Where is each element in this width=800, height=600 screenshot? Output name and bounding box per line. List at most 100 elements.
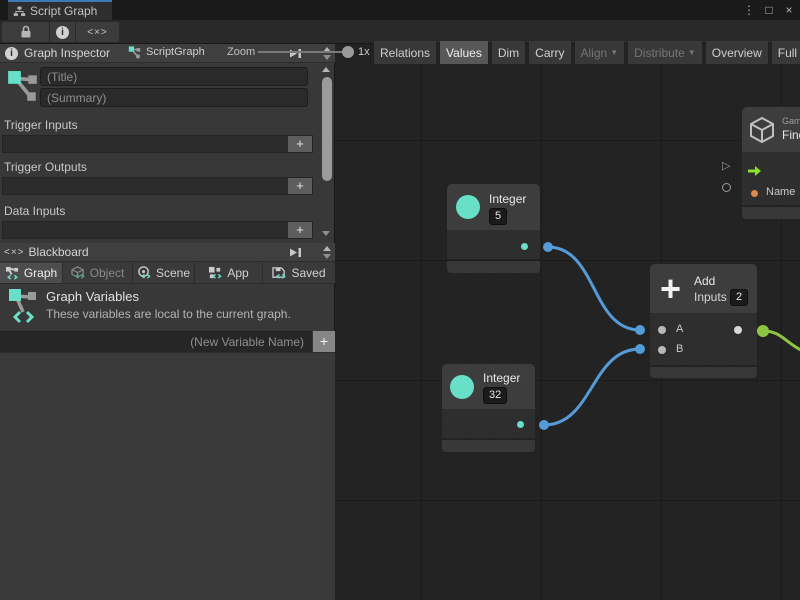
wire-integer5-to-add-a[interactable]	[548, 247, 640, 330]
window-title-bar: Script Graph ⋮ □ ×	[0, 0, 800, 20]
wire-add-output[interactable]	[763, 331, 800, 351]
graph-inspector-title: Graph Inspector	[24, 46, 110, 60]
script-graph-icon	[128, 46, 141, 59]
tab-object[interactable]: Object	[63, 263, 133, 283]
scrollbar-down-icon[interactable]	[322, 231, 330, 236]
align-label: Align	[581, 46, 608, 60]
info-icon: i	[5, 47, 18, 60]
tab-graph[interactable]: Graph	[0, 263, 63, 283]
chevron-down-icon: ▼	[610, 48, 618, 57]
node-body	[442, 409, 535, 438]
toolbar-divider	[370, 41, 371, 63]
tab-title: Script Graph	[30, 4, 97, 18]
app-variables-tab-icon	[208, 266, 223, 280]
blackboard-tabs: Graph Object Scene App	[0, 263, 335, 284]
graph-canvas[interactable]: Integer 5 Integer 32 + Add Inputs 2 A	[335, 44, 800, 600]
values-button[interactable]: Values	[440, 41, 488, 64]
close-icon[interactable]: ×	[782, 3, 796, 17]
wire-integer32-to-add-b[interactable]	[544, 349, 640, 425]
tab-label: Object	[90, 266, 125, 280]
zoom-slider-handle[interactable]	[342, 46, 354, 58]
trigger-input-port[interactable]	[747, 165, 763, 177]
inspector-toggle-button[interactable]: i	[50, 22, 76, 42]
graph-variables-tab-icon	[5, 266, 20, 280]
output-port[interactable]	[734, 326, 742, 334]
node-body	[447, 230, 540, 259]
name-input-port[interactable]	[751, 190, 758, 197]
full-screen-button[interactable]: Full Screen	[772, 41, 800, 64]
dock-icon[interactable]	[289, 48, 302, 59]
wire-endpoint	[635, 344, 645, 354]
node-header[interactable]: Integer 5	[447, 184, 540, 230]
integer-value-field[interactable]: 32	[483, 387, 507, 404]
scrollbar-thumb[interactable]	[322, 77, 332, 181]
blackboard-header[interactable]: <×> Blackboard	[0, 243, 335, 262]
chevron-down-icon: ▼	[688, 48, 696, 57]
node-header[interactable]: + Add Inputs 2	[650, 264, 757, 313]
tab-script-graph[interactable]: Script Graph	[8, 0, 112, 20]
new-variable-input[interactable]: (New Variable Name)	[0, 331, 312, 352]
dock-icon[interactable]	[289, 247, 302, 258]
breadcrumb[interactable]: ScriptGraph	[128, 42, 205, 62]
overview-button[interactable]: Overview	[706, 41, 768, 64]
breadcrumb-label: ScriptGraph	[146, 46, 205, 58]
add-trigger-input-button[interactable]: +	[288, 136, 312, 152]
tab-saved[interactable]: Saved	[263, 263, 335, 283]
trigger-port-outline-icon[interactable]: ▷	[722, 161, 730, 172]
scrollbar-up-icon[interactable]	[322, 67, 330, 72]
node-type-label: GameObject	[782, 116, 800, 126]
value-port-outline-icon[interactable]	[722, 183, 731, 192]
tab-app[interactable]: App	[195, 263, 263, 283]
node-integer-32[interactable]: Integer 32	[442, 364, 535, 452]
node-header[interactable]: Integer 32	[442, 364, 535, 409]
side-panel: i Graph Inspector (Title) (Summary) Trig…	[0, 44, 335, 600]
saved-variables-tab-icon	[272, 266, 287, 280]
distribute-button[interactable]: Distribute ▼	[628, 41, 702, 64]
graph-tab-icon	[13, 5, 26, 18]
add-variable-button[interactable]: +	[313, 331, 335, 352]
zoom-label: Zoom	[227, 46, 255, 58]
dim-button[interactable]: Dim	[492, 41, 525, 64]
carry-button[interactable]: Carry	[529, 41, 570, 64]
port-name-label: Name	[766, 186, 795, 198]
data-inputs-label: Data Inputs	[4, 204, 65, 218]
cube-icon	[748, 116, 776, 144]
distribute-label: Distribute	[634, 46, 685, 60]
graph-summary-input[interactable]: (Summary)	[40, 88, 308, 107]
blackboard-title: Blackboard	[29, 245, 89, 259]
scene-variables-tab-icon	[137, 266, 152, 280]
output-port[interactable]	[517, 421, 524, 428]
node-title: Add	[694, 274, 715, 288]
scroll-down-icon[interactable]	[323, 55, 331, 60]
output-port[interactable]	[521, 243, 528, 250]
add-trigger-output-button[interactable]: +	[288, 178, 312, 194]
wire-endpoint	[635, 325, 645, 335]
tab-scene[interactable]: Scene	[133, 263, 195, 283]
panel-scroll-arrows[interactable]	[321, 246, 333, 259]
input-port-b[interactable]	[658, 346, 666, 354]
scroll-down-icon[interactable]	[323, 254, 331, 259]
add-data-input-button[interactable]: +	[288, 222, 312, 238]
window-menu-icon[interactable]: ⋮	[742, 3, 756, 17]
integer-type-icon	[450, 375, 474, 399]
inputs-value-field[interactable]: 2	[730, 289, 748, 306]
zoom-slider-track[interactable]	[258, 51, 346, 53]
node-integer-5[interactable]: Integer 5	[447, 184, 540, 273]
node-body: Name	[742, 152, 800, 205]
graph-title-input[interactable]: (Title)	[40, 67, 308, 86]
integer-value-field[interactable]: 5	[489, 208, 507, 225]
port-b-label: B	[676, 343, 683, 355]
node-add[interactable]: + Add Inputs 2 A B	[650, 264, 757, 378]
maximize-icon[interactable]: □	[762, 3, 776, 17]
code-view-button[interactable]: <×>	[76, 22, 120, 42]
panel-scroll-arrows[interactable]	[321, 47, 333, 60]
align-button[interactable]: Align ▼	[575, 41, 625, 64]
relations-button[interactable]: Relations	[374, 41, 436, 64]
blackboard-icon: <×>	[4, 247, 25, 258]
node-footer	[742, 207, 800, 219]
node-header[interactable]: GameObject Find	[742, 107, 800, 152]
scroll-up-icon[interactable]	[323, 246, 331, 251]
lock-button[interactable]	[2, 22, 50, 42]
input-port-a[interactable]	[658, 326, 666, 334]
node-gameobject-find[interactable]: GameObject Find Name	[742, 107, 800, 219]
